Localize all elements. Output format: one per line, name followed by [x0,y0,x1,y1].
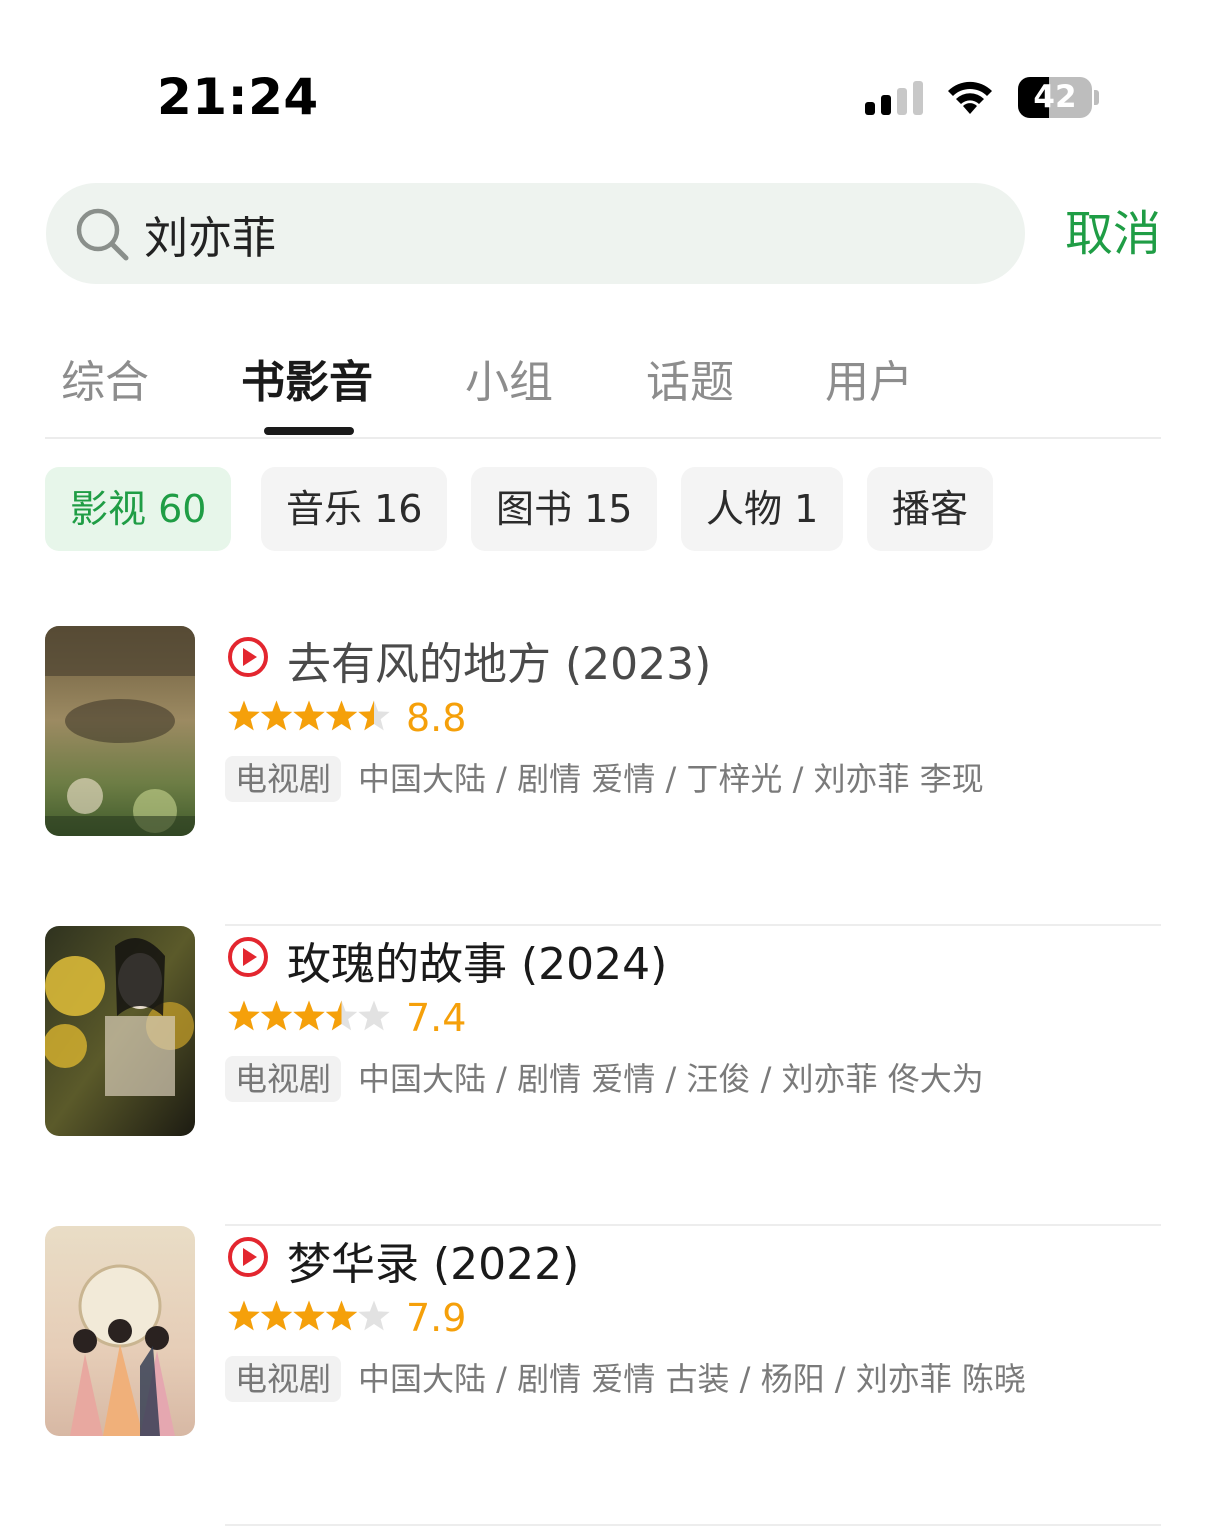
chip-music[interactable]: 音乐 16 [261,467,448,551]
star-filled-icon [325,700,358,731]
result-meta: 中国大陆 / 剧情 爱情 / 汪俊 / 刘亦菲 佟大为 [358,1060,984,1098]
title-year: (2022) [433,1239,580,1290]
search-row: 取消 [46,183,1161,284]
star-filled-icon [260,700,293,731]
rating-score: 7.9 [406,1296,467,1340]
star-rating [227,1300,392,1334]
poster-image[interactable] [45,626,195,836]
star-filled-icon [293,1000,325,1031]
tab-groups[interactable]: 小组 [465,346,553,410]
result-title[interactable]: 去有风的地方 (2023) [287,628,711,692]
star-empty-icon [358,1000,390,1031]
star-rating [227,700,392,734]
poster-tv-2 [45,926,195,1136]
star-filled-icon [228,1000,260,1031]
cell-signal-icon [865,81,923,115]
wifi-icon [948,81,992,114]
tab-users[interactable]: 用户 [825,346,913,410]
result-title[interactable]: 玫瑰的故事 (2024) [287,928,667,992]
rating-score: 7.4 [406,996,467,1040]
star-filled-icon [260,1300,293,1331]
star-filled-icon [293,700,325,731]
title-year: (2024) [521,939,668,990]
tab-books-movies-music[interactable]: 书影音 [241,346,373,410]
play-icon [228,637,268,677]
type-tag: 电视剧 [225,1056,342,1102]
star-empty-icon [358,1300,390,1331]
type-tag: 电视剧 [225,1356,342,1402]
battery-level: 42 [1033,79,1077,115]
chip-podcast[interactable]: 播客 [867,467,994,551]
status-time: 21:24 [157,68,319,126]
play-icon [228,937,268,977]
category-tabs: 综合 书影音 小组 话题 用户 [45,330,1161,439]
star-filled-icon [228,700,260,731]
battery-icon: 42 [1018,77,1099,118]
star-filled-icon [293,1300,325,1331]
cancel-button[interactable]: 取消 [1065,205,1161,263]
title-year: (2023) [565,639,712,690]
result-item[interactable]: 玫瑰的故事 (2024) 7.4 电视剧 中国大陆 / 剧情 爱情 / 汪俊 / … [45,926,1161,1226]
chip-film-tv[interactable]: 影视 60 [45,467,232,551]
result-meta: 中国大陆 / 剧情 爱情 / 丁梓光 / 刘亦菲 李现 [358,760,984,798]
star-filled-icon [260,1000,293,1031]
result-item[interactable]: 梦华录 (2022) 7.9 电视剧 中国大陆 / 剧情 爱情 古装 / 杨阳 /… [45,1226,1161,1526]
result-item[interactable]: 去有风的地方 (2023) 8.8 电视剧 中国大陆 / 剧情 爱情 / 丁梓光 … [45,626,1161,926]
type-tag: 电视剧 [225,756,342,802]
poster-tv-1 [45,626,195,836]
tab-overall[interactable]: 综合 [61,346,149,410]
star-filled-icon [228,1300,260,1331]
active-tab-indicator [264,427,354,435]
result-meta: 中国大陆 / 剧情 爱情 古装 / 杨阳 / 刘亦菲 陈晓 [358,1360,1026,1398]
chip-people[interactable]: 人物 1 [681,467,844,551]
star-filled-icon [325,1300,358,1331]
chip-books[interactable]: 图书 15 [471,467,658,551]
poster-image[interactable] [45,1226,195,1436]
search-icon [76,208,129,261]
title-text: 玫瑰的故事 [287,939,507,990]
search-box[interactable] [46,183,1025,284]
star-rating [227,1000,392,1034]
rating-score: 8.8 [406,696,467,740]
title-text: 梦华录 [287,1239,419,1290]
tab-topics[interactable]: 话题 [646,346,734,410]
title-text: 去有风的地方 [287,639,551,690]
status-bar: 21:24 42 [0,0,1206,180]
play-icon [228,1237,268,1277]
poster-tv-3 [45,1226,195,1436]
result-title[interactable]: 梦华录 (2022) [287,1228,579,1292]
search-input[interactable] [144,183,944,284]
poster-image[interactable] [45,926,195,1136]
